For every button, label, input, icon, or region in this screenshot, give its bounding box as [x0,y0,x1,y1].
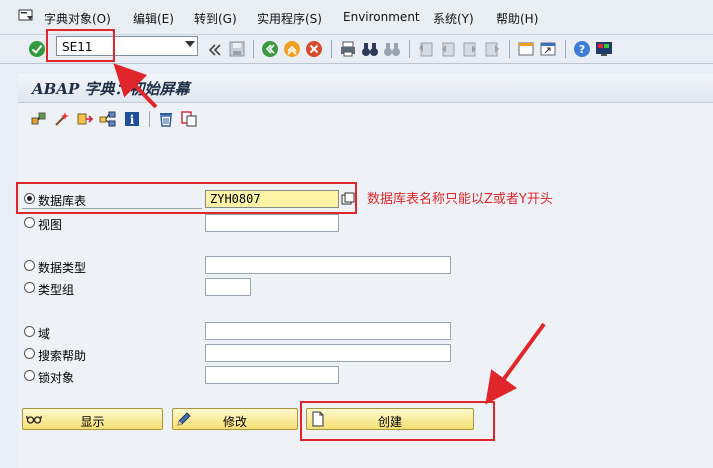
annotation-arrows [113,63,546,405]
arrow-to-command-field [113,63,158,109]
arrow-to-create-button [485,322,546,405]
